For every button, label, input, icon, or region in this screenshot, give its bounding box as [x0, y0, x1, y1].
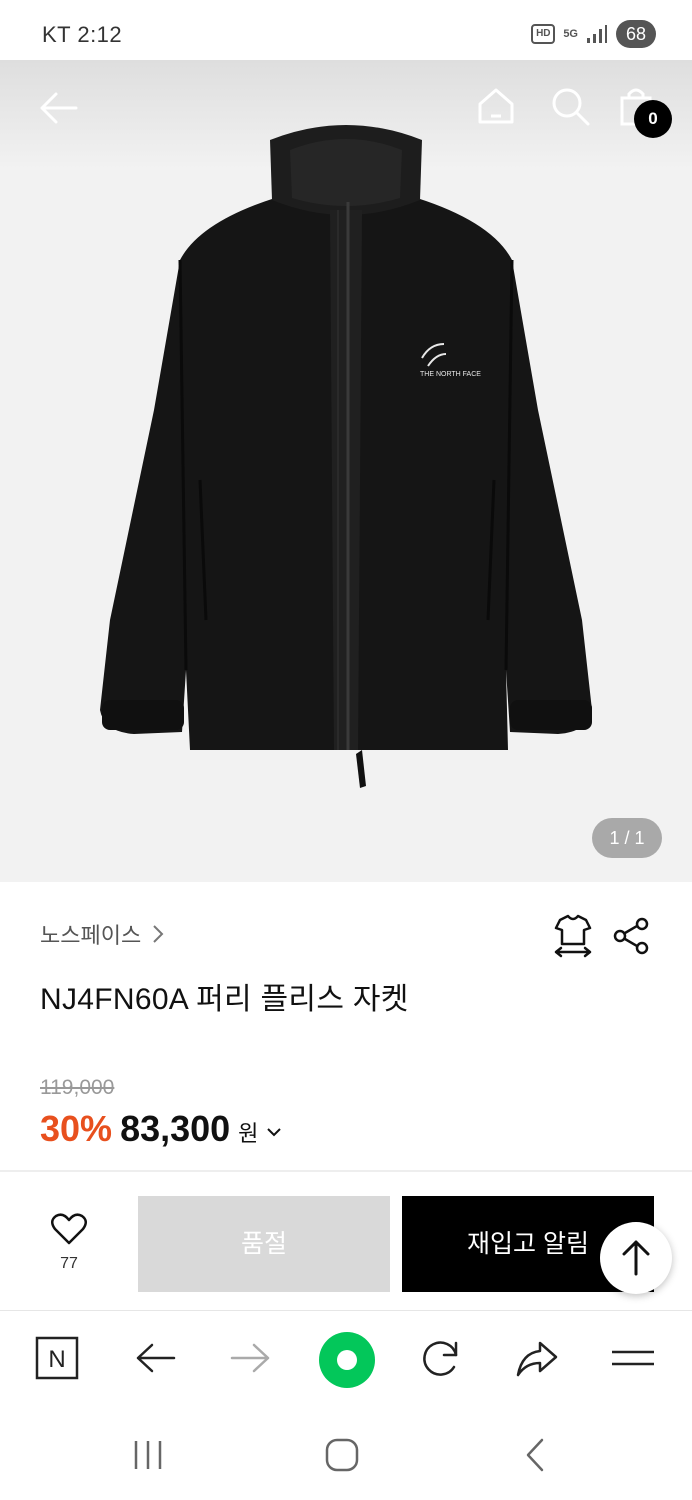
search-icon[interactable]: [548, 84, 592, 128]
currency-unit: 원: [238, 1121, 259, 1146]
divider: [0, 1170, 692, 1172]
size-guide-icon[interactable]: [552, 914, 594, 958]
image-pager: 1 / 1: [592, 818, 662, 858]
home-button-icon[interactable]: [318, 1432, 366, 1478]
discount-rate: 30%: [40, 1108, 113, 1149]
like-count: 77: [60, 1255, 78, 1272]
menu-icon[interactable]: [610, 1335, 658, 1385]
browser-forward-icon: [228, 1335, 276, 1385]
5g-icon: 5G: [563, 28, 578, 40]
scroll-to-top-button[interactable]: [600, 1222, 672, 1294]
signal-icon: [587, 25, 607, 43]
cart-count-badge[interactable]: 0: [634, 100, 672, 138]
recent-apps-icon[interactable]: [124, 1432, 172, 1478]
product-image: THE NORTH FACE: [100, 125, 592, 788]
like-button[interactable]: 77: [40, 1212, 98, 1282]
hd-icon: HD: [531, 24, 556, 44]
refresh-icon[interactable]: [418, 1335, 466, 1385]
share-arrow-icon[interactable]: [514, 1335, 562, 1385]
green-dot-icon[interactable]: [318, 1331, 376, 1389]
logo-text: THE NORTH FACE: [420, 371, 481, 378]
chevron-down-icon: [267, 1128, 282, 1137]
back-arrow-icon[interactable]: [36, 86, 80, 130]
home-icon[interactable]: [474, 84, 518, 128]
price-detail-toggle[interactable]: 30% 83,300 원: [40, 1108, 282, 1150]
browser-toolbar: N: [0, 1310, 692, 1410]
heart-icon: [51, 1213, 87, 1245]
chevron-right-icon: [153, 925, 164, 943]
status-indicators: HD 5G 68: [531, 20, 656, 48]
product-image-gallery[interactable]: THE NORTH FACE 0 1 / 1: [0, 60, 692, 882]
sale-price: 83,300: [120, 1108, 231, 1149]
brand-name: 노스페이스: [40, 923, 142, 948]
brand-link[interactable]: 노스페이스: [40, 918, 165, 950]
battery-icon: 68: [616, 20, 656, 48]
android-navigation-bar: [0, 1410, 692, 1500]
naver-n-icon[interactable]: N: [34, 1335, 82, 1385]
soldout-button: 품절: [138, 1196, 390, 1292]
product-title: NJ4FN60A 퍼리 플리스 자켓: [40, 983, 409, 1016]
carrier-time: KT 2:12: [42, 22, 123, 47]
naver-n-label: N: [48, 1346, 65, 1373]
browser-back-icon[interactable]: [132, 1335, 180, 1385]
share-icon[interactable]: [610, 914, 652, 958]
original-price: 119,000: [40, 1076, 115, 1099]
status-bar: KT 2:12 HD 5G 68: [0, 0, 692, 60]
back-icon[interactable]: [512, 1432, 560, 1478]
